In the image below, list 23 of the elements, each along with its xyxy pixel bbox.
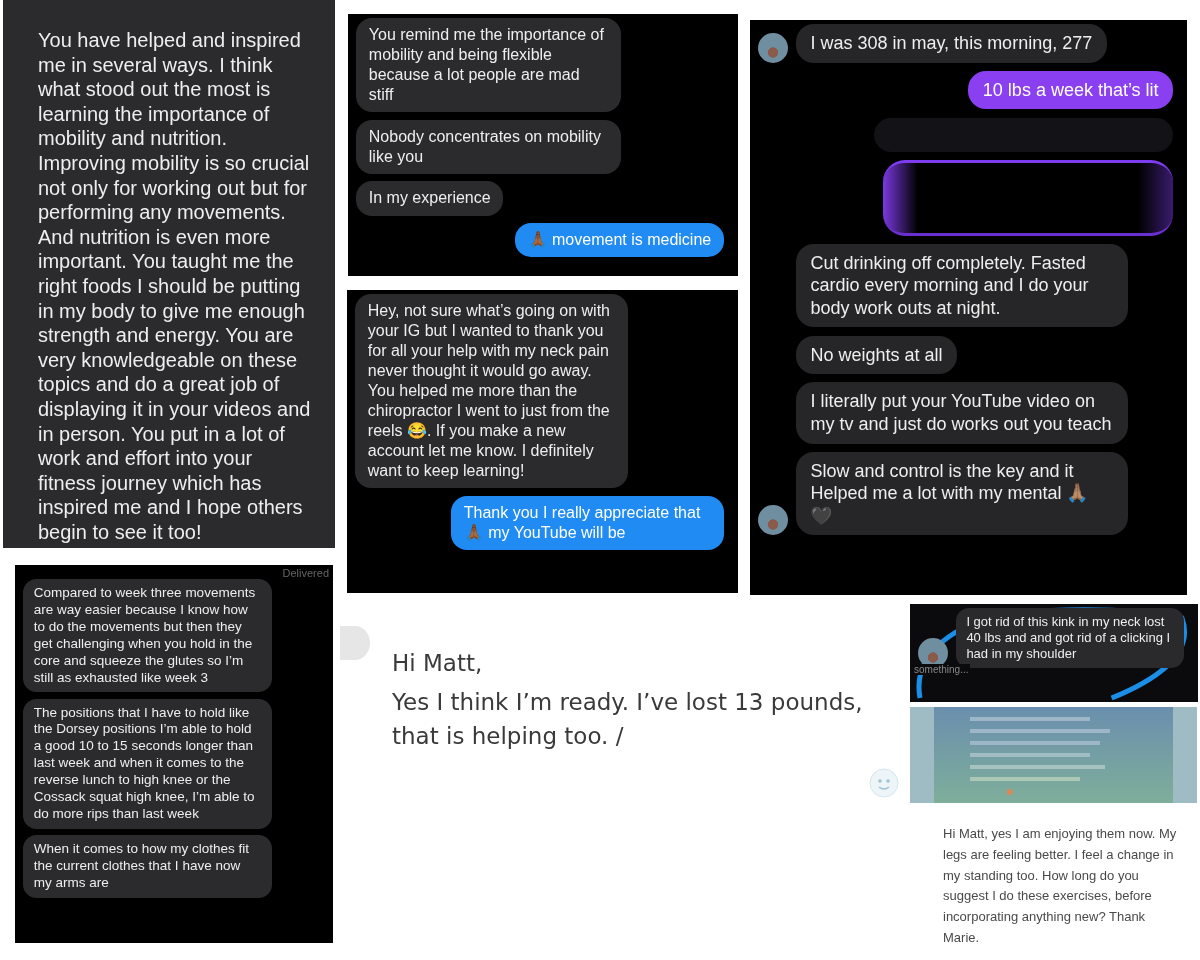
- message-text: Hi Matt,: [392, 649, 484, 678]
- message-bubble: I was 308 in may, this morning, 277: [796, 24, 1107, 63]
- message-text: Hi Matt, yes I am enjoying them now. My legs are feeling better. I feel a change in my standing too. How long do you suggest I do these exercises, before incorporating anything new? Thank Marie.: [943, 825, 1178, 947]
- message-bubble: When it comes to how my clothes fit the current clothes that I have now my arms are: [23, 834, 272, 898]
- message-text: You have helped and inspired me in several ways. I think what stood out the most is learning the importance of mobility and nutrition. Improving mobility is so crucial not only for working out but for performing any movements. And nutrition is even more important. You taught me the right foods I should be putting in my body to give me enough strength and energy. You are very knowledgeable on these topics and do a great job of displaying it in your videos and in person. You put in a lot of work and effort into your fitness journey which has inspired me and I hope others begin to see it too!: [37, 28, 312, 545]
- message-bubble: I literally put your YouTube video on my tv and just do works out you teach: [796, 382, 1128, 444]
- delivered-status: Delivered: [281, 567, 329, 579]
- caption: something...: [912, 664, 971, 676]
- message-bubble: Thank you I really appreciate that🙏🏾 my YouTube will be: [450, 495, 724, 550]
- message-bubble: Cut drinking off completely. Fasted cardio every morning and I do your body work outs at night.: [796, 243, 1128, 328]
- message-bubble: 10 lbs a week that’s lit: [968, 70, 1173, 110]
- smiley-icon[interactable]: [869, 768, 899, 798]
- message-bubble: The positions that I have to hold like the Dorsey positions I’m able to hold a good 10 to 15 seconds longer than last week and when it comes to the reverse lunch to high knee or the Cossack squat high knee, I’m able to do more rips than last week: [23, 698, 272, 829]
- message-bubble: 🙏🏾 movement is medicine: [514, 222, 724, 258]
- avatar: [340, 626, 370, 660]
- message-bubble: Compared to week three movements are way easier because I know how to do the movements but then they get challenging when you hold in the core and squeeze the glutes so I’m still as exhausted like week 3: [23, 579, 272, 693]
- message-bubble: Nobody concentrates on mobility like you: [356, 119, 621, 174]
- message-bubble: Hey, not sure what’s going on with your IG but I wanted to thank you for all your help with my neck pain never thought it would go away. You helped me more than the chiropractor I went to just from the reels 😂. If you make a new account let me know. I definitely want to keep learning!: [355, 294, 629, 489]
- message-bubble: Slow and control is the key and it Helped me a lot with my mental 🙏🏽 🖤: [796, 451, 1128, 536]
- message-text: Yes I think I’m ready. I’ve lost 13 pounds, that is helping too. /: [392, 687, 864, 751]
- message-bubble: No weights at all: [796, 335, 957, 375]
- message-bubble: You remind me the importance of mobility and being flexible because a lot people are mad stiff: [356, 18, 621, 113]
- message-bubble: In my experience: [356, 181, 504, 216]
